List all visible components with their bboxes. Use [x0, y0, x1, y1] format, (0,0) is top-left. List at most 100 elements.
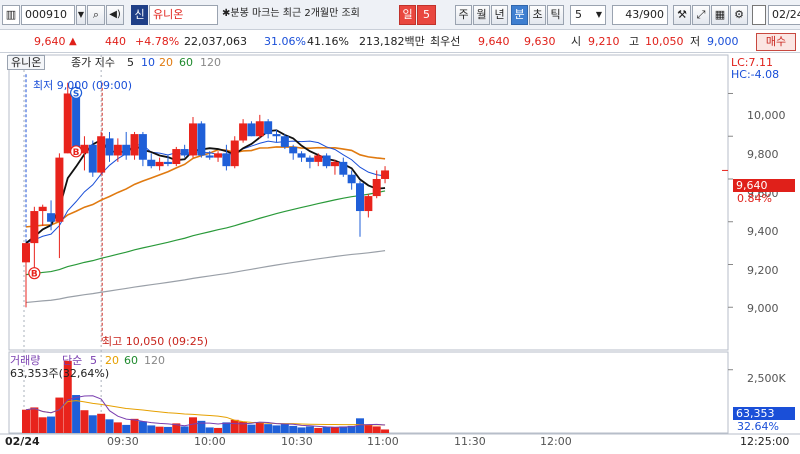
price-tick: 9,000 [747, 302, 779, 315]
volume-bar [264, 424, 273, 433]
candle-body [55, 157, 64, 222]
candle-body [330, 161, 339, 167]
indicator-label: 종가 지수 [71, 56, 115, 69]
candle-body [247, 123, 256, 137]
last-volume-pct: 32.64% [737, 420, 779, 433]
volume-bar [155, 426, 164, 433]
interval-value: 5 [575, 8, 582, 21]
low-annotation: 최저 9,000 (09:00) [33, 79, 133, 92]
last-price-label: 9,640 [733, 179, 795, 192]
candle-body [122, 144, 131, 156]
volume-bar [381, 429, 390, 433]
volume-bar [364, 424, 373, 433]
last-pct-label: 0.84% [737, 192, 772, 205]
price-tick: 9,800 [747, 148, 779, 161]
candle-body [88, 144, 97, 173]
price-tick: 10,000 [747, 109, 786, 122]
volume-bar [97, 413, 106, 433]
volume-bar [180, 426, 189, 433]
period-day-count[interactable]: 5 [417, 5, 436, 25]
volume-bar [147, 425, 156, 433]
candle-body [189, 123, 197, 156]
volume: 22,037,063 [184, 35, 247, 48]
date-input[interactable]: 02/24 [768, 5, 800, 25]
volume-bar [130, 418, 139, 433]
period-tick[interactable]: 틱 [547, 5, 564, 25]
volume-bar [138, 421, 147, 433]
volume-bar [289, 425, 298, 433]
best-quote-label: 최우선 [430, 35, 461, 48]
high-price: 10,050 [645, 35, 684, 48]
candle-body [305, 157, 314, 162]
search-icon[interactable]: ⌕ [87, 5, 105, 25]
speaker-icon[interactable]: ◀) [106, 5, 124, 25]
draw-line-icon[interactable]: ⤢ [692, 5, 710, 25]
period-month[interactable]: 월 [473, 5, 490, 25]
price-tick: 9,400 [747, 225, 779, 238]
code-dropdown-icon[interactable]: ▼ [76, 5, 86, 25]
chart-title: 유니온 [7, 55, 46, 70]
candle-body [347, 174, 356, 184]
candle-body [205, 155, 214, 158]
trade-amount: 213,182백만 [359, 35, 425, 48]
x-tick: 12:00 [540, 435, 572, 448]
last-volume-label: 63,353 [733, 407, 795, 420]
candle-body [72, 93, 81, 154]
candle-body [314, 155, 323, 162]
candle-body [130, 134, 139, 156]
open-label: 시 [571, 35, 582, 48]
high-label: 고 [629, 35, 640, 48]
price-change: 440 [105, 35, 126, 48]
volume-bar [330, 427, 339, 433]
candle-body [239, 123, 248, 141]
date-checkbox[interactable] [752, 5, 766, 25]
volume-bar [280, 423, 289, 433]
volume-bar [122, 424, 131, 433]
ma120-label: 120 [200, 56, 221, 69]
candle-body [272, 134, 281, 137]
chevron-down-icon: ▼ [595, 10, 602, 19]
period-day[interactable]: 일 [399, 5, 416, 25]
volume-bar [314, 427, 323, 433]
low-label: 저 [690, 35, 701, 48]
volume-summary: 63,353주(32,64%) [10, 367, 110, 380]
ma60-label: 60 [179, 56, 193, 69]
grid-settings-icon[interactable]: ⚒ [673, 5, 691, 25]
data-count: 43/900 [612, 5, 668, 25]
candle-body [364, 196, 373, 212]
high-annotation: 최고 10,050 (09:25) [102, 335, 209, 348]
volume-title: 거래량 [10, 354, 41, 367]
period-second[interactable]: 초 [529, 5, 546, 25]
volume-bar [47, 416, 56, 433]
volume-bar [322, 426, 331, 433]
trade-marker-label: B [31, 270, 38, 280]
x-tick: 10:00 [194, 435, 226, 448]
buy-button[interactable]: 매수 [756, 33, 796, 51]
chart-type-icon[interactable]: ▥ [2, 5, 20, 25]
ma10-label: 10 [141, 56, 155, 69]
ask-price: 9,640 [478, 35, 510, 48]
stock-name[interactable]: 유니온 [149, 5, 218, 25]
candle-body [255, 121, 264, 137]
period-minute[interactable]: 분 [511, 5, 528, 25]
candle-body [172, 149, 181, 165]
indicator-icon[interactable]: ▦ [711, 5, 729, 25]
volume-bar [372, 426, 381, 433]
volume-bar [205, 427, 214, 433]
candle-body [372, 178, 381, 197]
period-year[interactable]: 년 [491, 5, 508, 25]
interval-select[interactable]: 5 ▼ [570, 5, 606, 25]
stock-code-input[interactable]: 000910 [21, 5, 75, 25]
volume-bar [305, 426, 314, 433]
period-week[interactable]: 주 [455, 5, 472, 25]
up-arrow-icon: ▲ [69, 36, 77, 47]
x-tick: 09:30 [107, 435, 139, 448]
credit-badge: 신 [131, 5, 148, 25]
gear-icon[interactable]: ⚙ [730, 5, 748, 25]
volume-bar [214, 427, 223, 433]
candle-body [197, 123, 206, 156]
candle-body [97, 136, 106, 173]
quote-bar: 9,640 ▲ 440 +4.78% 22,037,063 31.06% 41.… [0, 31, 800, 53]
vol-ma120-label: 120 [144, 354, 165, 367]
candlestick-chart[interactable]: BSB [0, 53, 800, 451]
